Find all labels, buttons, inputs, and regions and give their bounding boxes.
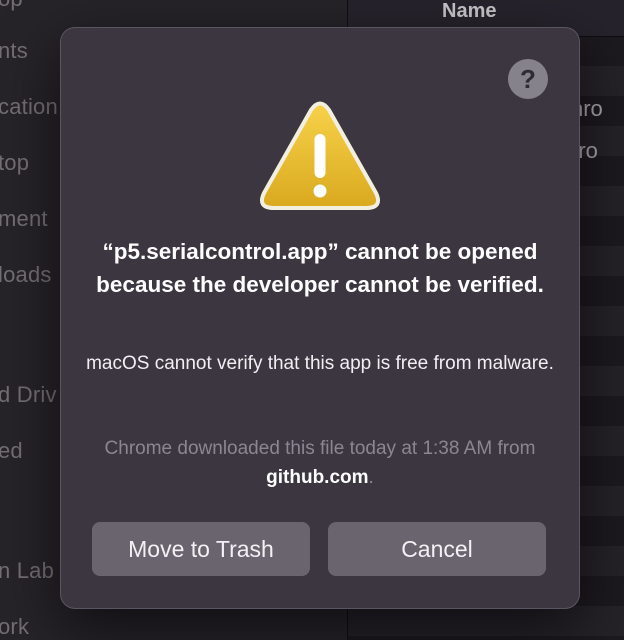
cancel-button[interactable]: Cancel [328,522,546,576]
download-source: github.com [266,467,369,488]
alert-title: “p5.serialcontrol.app” cannot be opened … [96,239,544,297]
move-to-trash-button[interactable]: Move to Trash [92,522,310,576]
gatekeeper-alert-dialog: ? “p5.serialcontrol.app” cannot be opene… [61,28,579,608]
warning-triangle-icon [260,101,380,210]
alert-message: macOS cannot verify that this app is fre… [86,353,554,374]
download-info-prefix: Chrome downloaded this file today at 1:3… [104,438,536,459]
help-icon[interactable]: ? [508,59,548,99]
download-info-suffix: . [368,467,374,488]
download-info: Chrome downloaded this file today at 1:3… [81,434,559,492]
